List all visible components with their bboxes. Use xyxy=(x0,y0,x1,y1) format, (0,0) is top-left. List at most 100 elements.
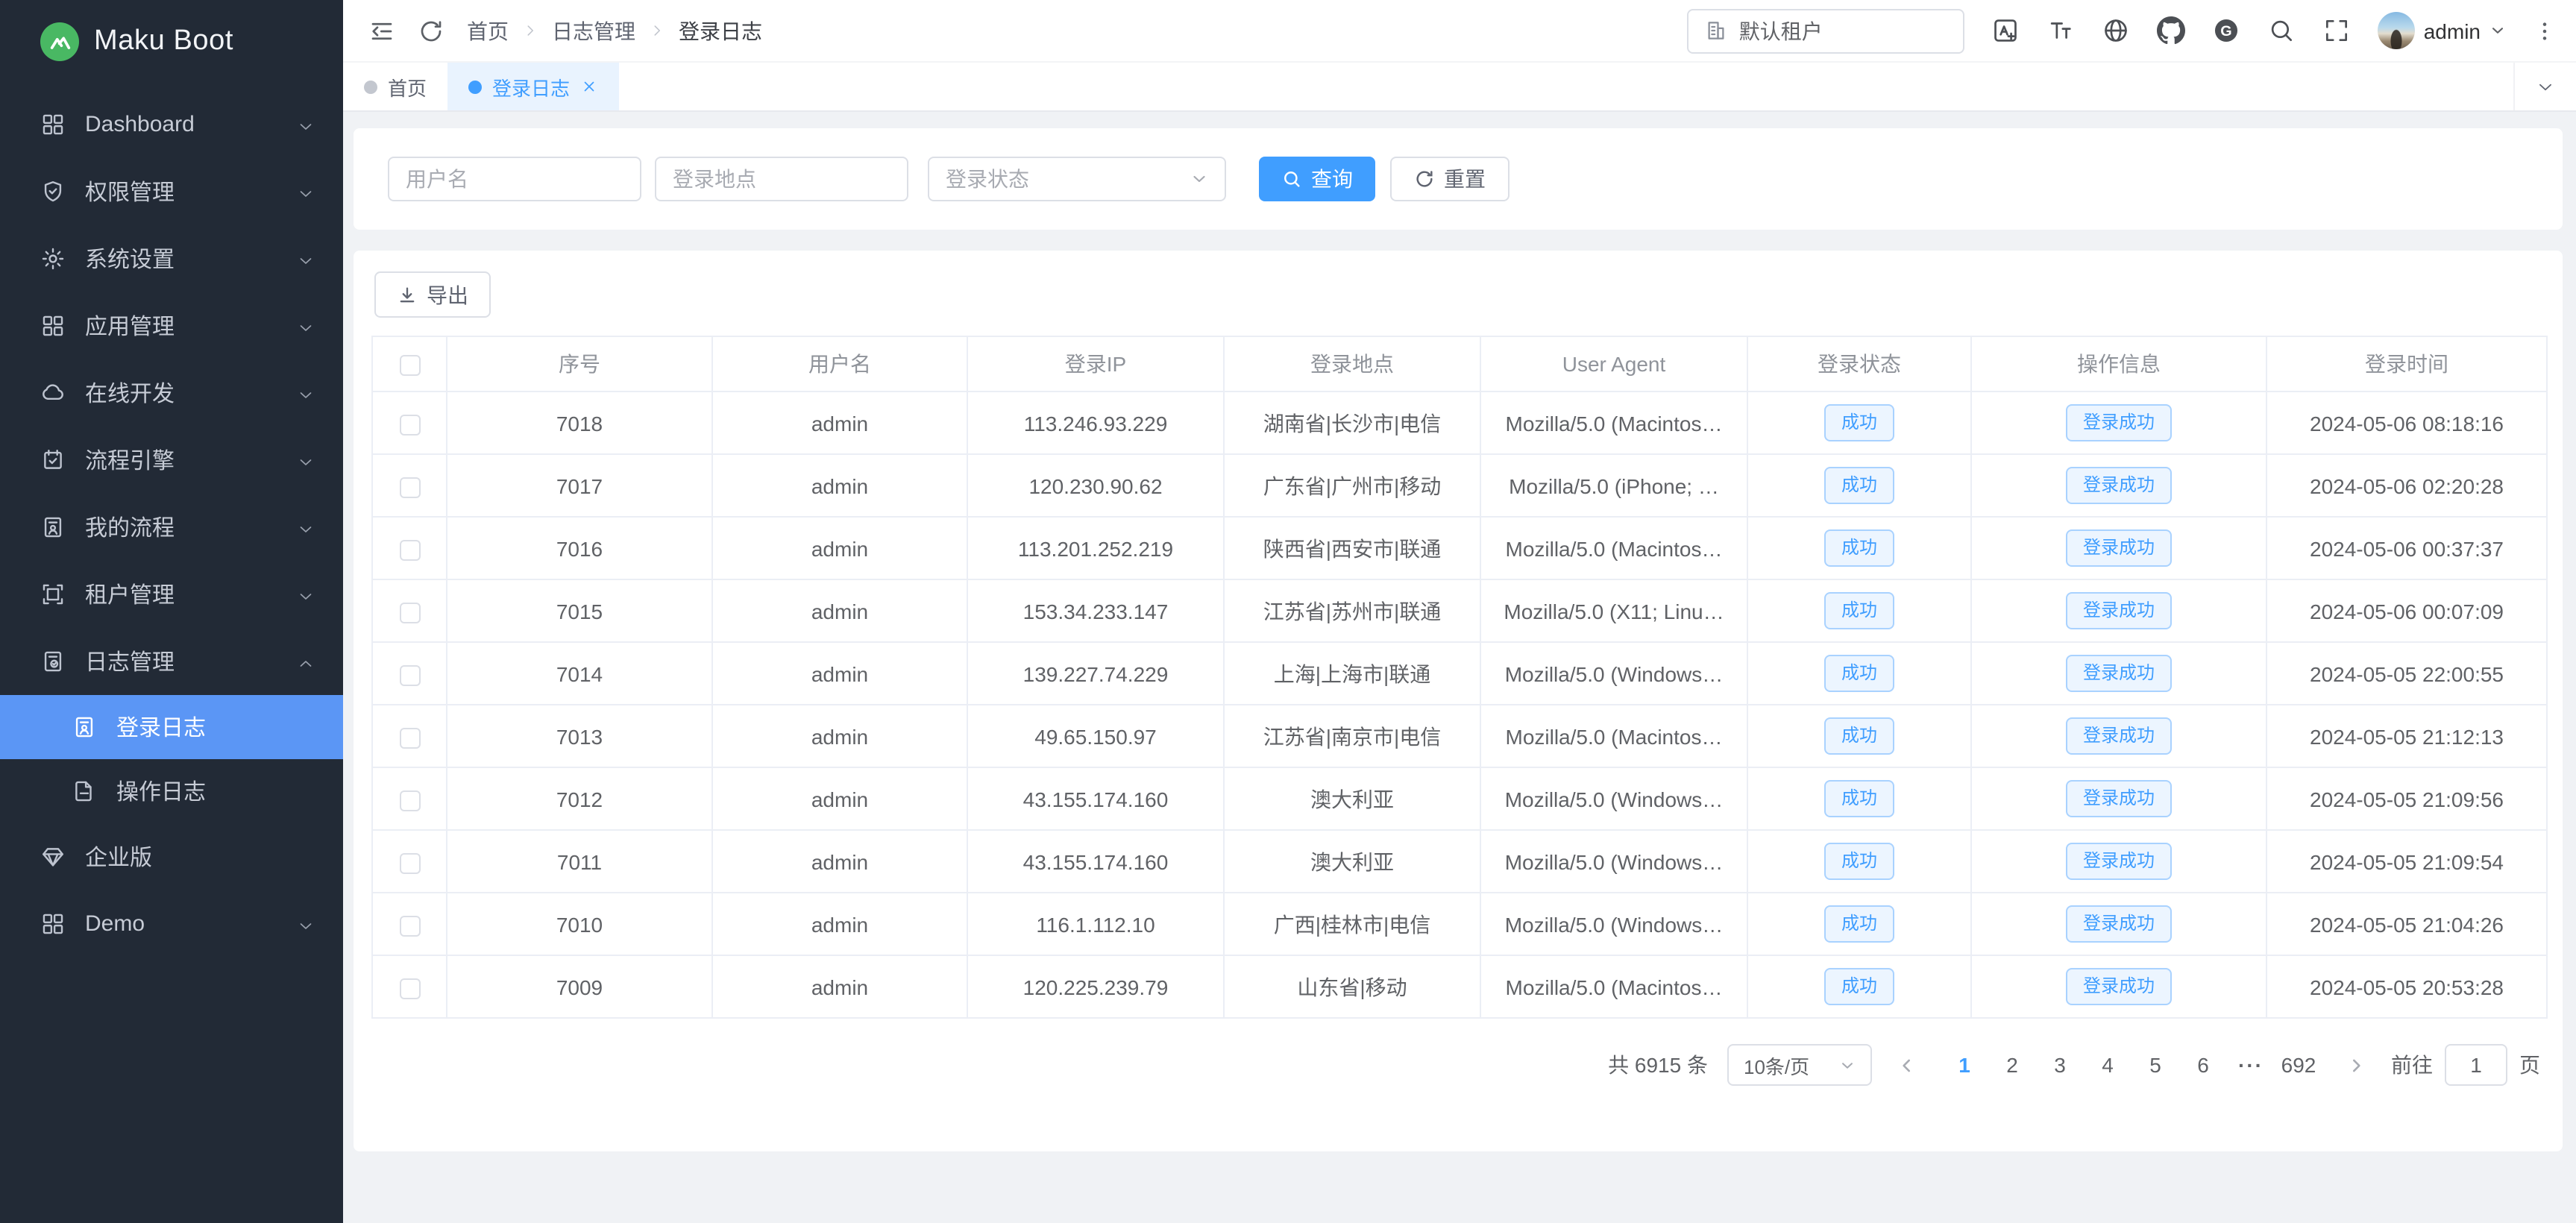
github-icon[interactable] xyxy=(2157,16,2185,45)
table-toolbar: 导出 xyxy=(374,271,2545,318)
login-location-cell: 湖南省|长沙市|电信 xyxy=(1224,392,1480,454)
app-window: Maku Boot Dashboard 权限管理系统设置应用管理在线开发流程引擎我… xyxy=(0,0,2576,1223)
sidebar-item-Demo[interactable]: Demo xyxy=(0,890,343,958)
sidebar-item-label: 企业版 xyxy=(85,841,315,873)
font-size-icon[interactable] xyxy=(2046,16,2075,45)
row-checkbox[interactable] xyxy=(399,978,420,999)
table-row: 7018admin113.246.93.229湖南省|长沙市|电信Mozilla… xyxy=(372,392,2547,454)
login-status-cell: 成功 xyxy=(1747,517,1971,579)
globe-icon[interactable] xyxy=(2102,16,2130,45)
username-cell: admin xyxy=(712,705,967,767)
search-icon[interactable] xyxy=(2267,16,2296,45)
goto-page-input[interactable] xyxy=(2445,1044,2507,1086)
row-id-cell: 7016 xyxy=(447,517,712,579)
row-checkbox[interactable] xyxy=(399,664,420,685)
operation-badge: 登录成功 xyxy=(2067,655,2171,692)
row-checkbox[interactable] xyxy=(399,915,420,936)
page-number-1[interactable]: 1 xyxy=(1942,1044,1987,1086)
user-agent-cell: Mozilla/5.0 (iPhone; … xyxy=(1480,454,1747,517)
sidebar-item-应用管理[interactable]: 应用管理 xyxy=(0,292,343,359)
status-badge: 成功 xyxy=(1825,781,1894,817)
sidebar-item-我的流程[interactable]: 我的流程 xyxy=(0,494,343,561)
page-number-6[interactable]: 6 xyxy=(2181,1044,2225,1086)
gitee-icon[interactable]: G xyxy=(2212,16,2240,45)
row-checkbox[interactable] xyxy=(399,539,420,560)
close-icon[interactable] xyxy=(580,78,598,95)
sidebar-item-系统设置[interactable]: 系统设置 xyxy=(0,225,343,292)
reset-button[interactable]: 重置 xyxy=(1390,157,1510,201)
username-input[interactable] xyxy=(388,157,641,201)
download-icon xyxy=(397,284,418,305)
table-row: 7015admin153.34.233.147江苏省|苏州市|联通Mozilla… xyxy=(372,579,2547,642)
tab-list-dropdown[interactable] xyxy=(2513,63,2576,110)
sidebar-item-企业版[interactable]: 企业版 xyxy=(0,823,343,890)
login-status-cell: 成功 xyxy=(1747,642,1971,705)
sidebar-item-label: 租户管理 xyxy=(85,579,277,610)
breadcrumb-item: 登录日志 xyxy=(679,16,762,45)
login-time-cell: 2024-05-06 08:18:16 xyxy=(2266,392,2547,454)
tenant-select[interactable]: 默认租户 xyxy=(1687,8,1964,53)
status-badge: 成功 xyxy=(1825,593,1894,629)
sidebar-item-权限管理[interactable]: 权限管理 xyxy=(0,158,343,225)
status-select[interactable]: 登录状态 xyxy=(928,157,1226,201)
column-header: User Agent xyxy=(1480,336,1747,392)
page-number-2[interactable]: 2 xyxy=(1990,1044,2035,1086)
row-checkbox[interactable] xyxy=(399,727,420,748)
page-size-select[interactable]: 10条/页 xyxy=(1727,1044,1872,1086)
sidebar-menu: Dashboard 权限管理系统设置应用管理在线开发流程引擎我的流程租户管理日志管… xyxy=(0,84,343,1223)
export-button[interactable]: 导出 xyxy=(374,271,491,318)
sidebar-item-登录日志[interactable]: 登录日志 xyxy=(0,695,343,759)
chevron-up-icon xyxy=(297,653,315,670)
sidebar-item-租户管理[interactable]: 租户管理 xyxy=(0,561,343,628)
sidebar-item-日志管理[interactable]: 日志管理 xyxy=(0,628,343,695)
doc-check-icon xyxy=(40,649,66,674)
operation-badge: 登录成功 xyxy=(2067,843,2171,880)
tab-首页[interactable]: 首页 xyxy=(343,63,447,110)
search-button[interactable]: 查询 xyxy=(1259,157,1375,201)
more-options-icon[interactable] xyxy=(2533,17,2557,44)
avatar xyxy=(2378,12,2415,49)
page-number-692[interactable]: 692 xyxy=(2276,1044,2321,1086)
row-checkbox[interactable] xyxy=(399,477,420,497)
operation-badge: 登录成功 xyxy=(2067,530,2171,567)
fullscreen-icon[interactable] xyxy=(2322,16,2351,45)
page-number-4[interactable]: 4 xyxy=(2085,1044,2130,1086)
tab-登录日志[interactable]: 登录日志 xyxy=(447,63,619,110)
status-badge: 成功 xyxy=(1825,655,1894,692)
username-cell: admin xyxy=(712,392,967,454)
row-checkbox[interactable] xyxy=(399,602,420,623)
login-time-cell: 2024-05-06 00:37:37 xyxy=(2266,517,2547,579)
sidebar-item-操作日志[interactable]: 操作日志 xyxy=(0,759,343,823)
refresh-icon[interactable] xyxy=(418,17,444,44)
page-number-5[interactable]: 5 xyxy=(2133,1044,2178,1086)
more-pages[interactable]: ··· xyxy=(2228,1044,2273,1086)
tab-label: 登录日志 xyxy=(492,72,570,101)
pagination: 共 6915 条 10条/页 123456···692 xyxy=(371,1044,2545,1086)
row-id-cell: 7011 xyxy=(447,830,712,893)
translate-icon[interactable] xyxy=(1991,16,2020,45)
user-menu[interactable]: admin xyxy=(2378,12,2506,49)
prev-page-icon[interactable] xyxy=(1897,1055,1917,1075)
row-checkbox[interactable] xyxy=(399,414,420,435)
sidebar-item-label: Dashboard xyxy=(85,112,277,137)
row-select-cell xyxy=(372,642,447,705)
goto-page: 前往 页 xyxy=(2391,1044,2540,1086)
sidebar-item-在线开发[interactable]: 在线开发 xyxy=(0,359,343,427)
login-ip-cell: 43.155.174.160 xyxy=(967,830,1224,893)
breadcrumb-item[interactable]: 日志管理 xyxy=(552,16,635,45)
app-logo[interactable]: Maku Boot xyxy=(0,0,343,84)
operation-info-cell: 登录成功 xyxy=(1971,830,2266,893)
table-row: 7017admin120.230.90.62广东省|广州市|移动Mozilla/… xyxy=(372,454,2547,517)
page-number-3[interactable]: 3 xyxy=(2038,1044,2082,1086)
column-header: 登录IP xyxy=(967,336,1224,392)
row-checkbox[interactable] xyxy=(399,790,420,811)
breadcrumb-item[interactable]: 首页 xyxy=(467,16,509,45)
select-all-checkbox[interactable] xyxy=(399,355,420,376)
sidebar-item-流程引擎[interactable]: 流程引擎 xyxy=(0,427,343,494)
sidebar-item-Dashboard[interactable]: Dashboard xyxy=(0,91,343,158)
location-input[interactable] xyxy=(655,157,908,201)
collapse-sidebar-icon[interactable] xyxy=(368,17,395,44)
table-row: 7010admin116.1.112.10广西|桂林市|电信Mozilla/5.… xyxy=(372,893,2547,955)
row-checkbox[interactable] xyxy=(399,852,420,873)
next-page-icon[interactable] xyxy=(2346,1055,2366,1075)
